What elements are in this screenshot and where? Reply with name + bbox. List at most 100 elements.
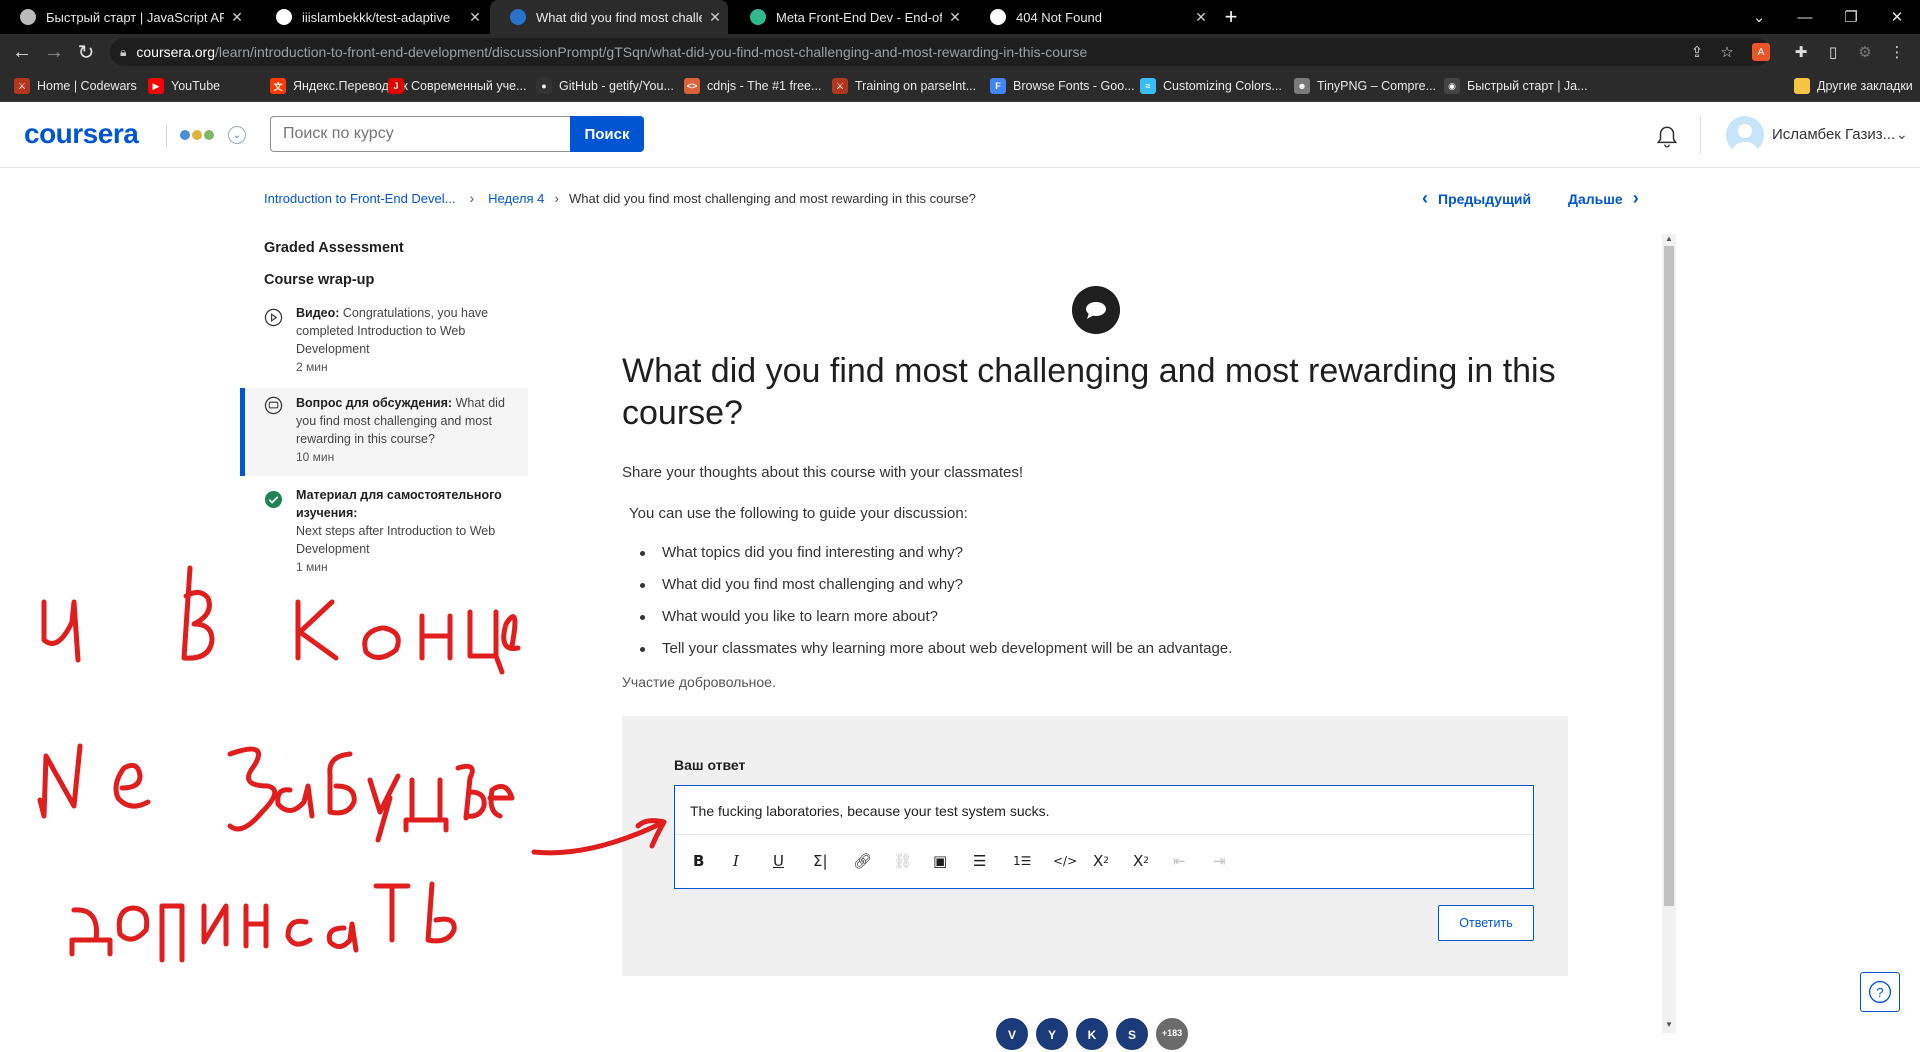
bookmark-item[interactable]: F Browse Fonts - Goo... <box>990 70 1135 102</box>
discussion-icon <box>1072 286 1120 334</box>
tab-2[interactable]: iiislambekkk/test-adaptive ✕ <box>256 0 488 34</box>
sidebar-item-video[interactable]: Видео: Congratulations, you have complet… <box>240 304 528 374</box>
previous-label: Предыдущий <box>1438 190 1532 207</box>
participant-avatar[interactable]: Y <box>1034 1016 1070 1052</box>
close-tab-icon[interactable]: ✕ <box>224 9 250 26</box>
next-button[interactable]: Дальше › <box>1568 188 1639 209</box>
extension-icon[interactable]: A <box>1752 43 1770 61</box>
url-host: coursera.org <box>136 44 215 60</box>
list-item: What topics did you find interesting and… <box>640 544 1232 576</box>
link-icon[interactable]: 🔗︎ <box>853 850 893 872</box>
bookmark-item[interactable]: J Современный уче... <box>388 70 526 102</box>
kebab-menu-icon[interactable]: ⋮ <box>1888 43 1906 61</box>
editor-toolbar: B I U Σ| 🔗︎ ⛓︎ ▣ ☰ 1☰ </> X2 X2 ⇤ ⇥ <box>693 850 1253 872</box>
bookmark-label: Browse Fonts - Goo... <box>1013 79 1135 93</box>
sidebar-item-discussion[interactable]: Вопрос для обсуждения: What did you find… <box>240 388 528 476</box>
lesson-text: Вопрос для обсуждения: What did you find… <box>296 394 528 448</box>
minimize-icon[interactable]: — <box>1782 0 1828 34</box>
bookmark-item[interactable]: ▶ YouTube <box>148 70 220 102</box>
profile-icon[interactable]: ⚙ <box>1856 43 1874 61</box>
italic-icon[interactable]: I <box>733 850 773 872</box>
indent-icon[interactable]: ⇥ <box>1213 850 1253 872</box>
section-heading[interactable]: Graded Assessment <box>264 240 404 256</box>
bookmark-item[interactable]: ≈ Customizing Colors... <box>1140 70 1282 102</box>
section-heading[interactable]: Course wrap-up <box>264 272 374 288</box>
tab-5[interactable]: 404 Not Found ✕ <box>970 0 1214 34</box>
tab-1[interactable]: Быстрый старт | JavaScript API 2 ✕ <box>0 0 250 34</box>
participant-avatar[interactable]: S <box>1114 1016 1150 1052</box>
help-icon[interactable]: ? <box>1860 972 1900 1012</box>
bell-icon[interactable] <box>1654 124 1680 150</box>
close-tab-icon[interactable]: ✕ <box>702 9 728 26</box>
forward-icon[interactable]: → <box>40 38 68 66</box>
participant-avatar[interactable]: K <box>1074 1016 1110 1052</box>
breadcrumb-week[interactable]: Неделя 4 <box>488 191 544 206</box>
tab-3[interactable]: What did you find most challeng ✕ <box>490 0 728 34</box>
check-circle-icon <box>264 490 283 509</box>
chevron-down-icon[interactable]: ⌄ <box>1896 126 1908 143</box>
bookmark-item[interactable]: ◉ Быстрый старт | Ja... <box>1444 70 1588 102</box>
scroll-down-icon[interactable]: ▼ <box>1662 1020 1676 1032</box>
numbered-list-icon[interactable]: 1☰ <box>1013 850 1053 872</box>
scrollbar-thumb[interactable] <box>1664 246 1674 906</box>
bullet-list-icon[interactable]: ☰ <box>973 850 1013 872</box>
bookmark-item[interactable]: ⚔ Training on parseInt... <box>832 70 976 102</box>
unlink-icon[interactable]: ⛓︎ <box>893 850 933 872</box>
underline-icon[interactable]: U <box>773 850 813 872</box>
other-bookmarks[interactable]: Другие закладки <box>1794 70 1913 102</box>
bookmark-item[interactable]: ● GitHub - getify/You... <box>536 70 674 102</box>
bookmark-item[interactable]: <> cdnjs - The #1 free... <box>684 70 821 102</box>
search-input[interactable] <box>270 116 570 152</box>
superscript-icon[interactable]: X2 <box>1133 850 1173 872</box>
image-icon[interactable]: ▣ <box>933 850 973 872</box>
tab-title: Быстрый старт | JavaScript API 2 <box>46 9 224 25</box>
tab-search-icon[interactable]: ⌄ <box>1736 0 1782 34</box>
math-sigma-icon[interactable]: Σ| <box>813 850 853 872</box>
sidebar-item-reading[interactable]: Материал для самостоятельного изучения: N… <box>240 486 528 574</box>
avatar[interactable] <box>1726 116 1764 154</box>
user-name[interactable]: Исламбек Газиз... <box>1772 126 1895 143</box>
new-tab-button[interactable]: + <box>1216 0 1246 34</box>
close-window-icon[interactable]: ✕ <box>1874 0 1920 34</box>
bookmark-label: TinyPNG – Compre... <box>1317 79 1437 93</box>
tab-title: What did you find most challeng <box>536 9 702 25</box>
participant-avatar[interactable]: +183 <box>1154 1016 1190 1052</box>
scroll-up-icon[interactable]: ▲ <box>1662 234 1676 246</box>
close-tab-icon[interactable]: ✕ <box>1188 9 1214 26</box>
star-icon[interactable]: ☆ <box>1718 43 1736 61</box>
coursera-icon <box>510 9 526 25</box>
bookmark-label: GitHub - getify/You... <box>559 79 674 93</box>
puzzle-icon[interactable]: ✚ <box>1792 43 1810 61</box>
share-icon[interactable]: ⇪ <box>1688 43 1706 61</box>
breadcrumb: Introduction to Front-End Devel... › Нед… <box>264 188 976 208</box>
answer-text[interactable]: The fucking laboratories, because your t… <box>690 803 1050 819</box>
bookmark-item[interactable]: ⚔ Home | Codewars <box>14 70 137 102</box>
breadcrumb-course[interactable]: Introduction to Front-End Devel... <box>264 191 455 206</box>
chevron-right-icon: › <box>554 190 560 206</box>
subscript-icon[interactable]: X2 <box>1093 850 1133 872</box>
side-panel-icon[interactable]: ▯ <box>1824 43 1842 61</box>
reload-icon[interactable]: ↻ <box>72 38 100 66</box>
participant-avatar[interactable]: V <box>994 1016 1030 1052</box>
participant-avatars: V Y K S +183 <box>994 1016 1194 1052</box>
search-button[interactable]: Поиск <box>570 116 644 152</box>
bold-icon[interactable]: B <box>693 850 733 872</box>
bookmark-favicon-icon: <> <box>684 78 700 94</box>
prompt-list: What topics did you find interesting and… <box>640 544 1232 672</box>
bookmark-item[interactable]: ☻ TinyPNG – Compre... <box>1294 70 1436 102</box>
restore-icon[interactable]: ❐ <box>1828 0 1874 34</box>
tab-title: 404 Not Found <box>1016 9 1103 25</box>
close-tab-icon[interactable]: ✕ <box>462 9 488 26</box>
coursera-logo[interactable]: coursera <box>24 118 139 150</box>
previous-button[interactable]: ‹ Предыдущий <box>1422 188 1531 209</box>
chevron-down-icon[interactable]: ⌄ <box>228 126 246 144</box>
back-icon[interactable]: ← <box>8 38 36 66</box>
lesson-duration: 10 мин <box>296 450 335 464</box>
outdent-icon[interactable]: ⇤ <box>1173 850 1213 872</box>
code-icon[interactable]: </> <box>1053 850 1093 872</box>
tab-4[interactable]: Meta Front-End Dev - End-of-Co✕ <box>730 0 968 34</box>
answer-editor[interactable]: The fucking laboratories, because your t… <box>674 785 1534 889</box>
reply-button[interactable]: Ответить <box>1438 905 1534 941</box>
close-tab-icon[interactable]: ✕ <box>942 9 968 26</box>
address-bar[interactable]: 🔒︎ coursera.org/learn/introduction-to-fr… <box>110 38 1770 66</box>
